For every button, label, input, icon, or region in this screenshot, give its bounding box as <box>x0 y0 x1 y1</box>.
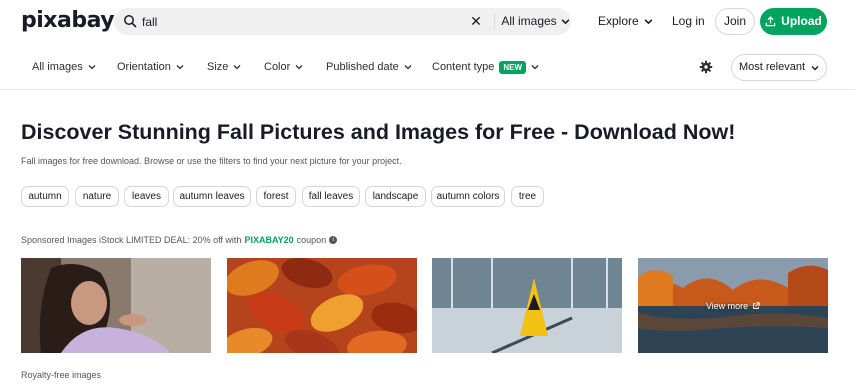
search-input[interactable] <box>142 11 442 32</box>
search-bar: ✕ All images <box>114 8 571 35</box>
view-more-overlay[interactable]: View more <box>638 258 828 353</box>
pixabay-logo[interactable]: pixabay <box>21 8 115 33</box>
tag-chip[interactable]: autumn <box>21 186 69 207</box>
filter-label: Color <box>264 61 291 73</box>
login-link[interactable]: Log in <box>672 8 705 35</box>
filter-label: All images <box>32 61 83 73</box>
tag-chip[interactable]: landscape <box>365 186 426 207</box>
chevron-down-icon <box>811 65 819 70</box>
chevron-down-icon <box>176 65 184 70</box>
filter-orientation[interactable]: Orientation <box>117 45 184 89</box>
chevron-down-icon <box>531 65 539 70</box>
chevron-down-icon <box>561 19 570 25</box>
join-button[interactable]: Join <box>715 8 755 35</box>
search-type-label: All images <box>501 14 557 28</box>
upload-icon <box>765 16 776 27</box>
chevron-down-icon <box>404 65 412 70</box>
filter-label: Size <box>207 61 229 73</box>
filter-label: Orientation <box>117 61 171 73</box>
top-header: pixabay ✕ All images Explore Log in Join… <box>0 0 855 44</box>
chevron-down-icon <box>295 65 303 70</box>
filter-label: Content type <box>432 61 495 73</box>
sponsored-text: Sponsored Images iStock LIMITED DEAL: 20… <box>21 235 242 245</box>
sponsored-notice: Sponsored Images iStock LIMITED DEAL: 20… <box>21 235 338 245</box>
sponsored-image-tile[interactable] <box>227 258 417 353</box>
new-badge: NEW <box>499 60 527 74</box>
explore-menu[interactable]: Explore <box>598 8 653 35</box>
tag-chip[interactable]: leaves <box>124 186 169 207</box>
filter-color[interactable]: Color <box>264 45 303 89</box>
filter-bar: All images Orientation Size Color Publis… <box>0 45 855 90</box>
sponsored-suffix: coupon <box>296 235 327 245</box>
search-icon <box>124 15 137 28</box>
page-title: Discover Stunning Fall Pictures and Imag… <box>21 120 736 144</box>
page-subtitle: Fall images for free download. Browse or… <box>21 156 402 166</box>
tag-chip[interactable]: autumn leaves <box>173 186 251 207</box>
clear-search-icon[interactable]: ✕ <box>466 11 486 31</box>
tag-chip[interactable]: forest <box>256 186 296 207</box>
view-more-label: View more <box>705 300 749 311</box>
sponsored-image-tile[interactable] <box>432 258 622 353</box>
filter-all-images[interactable]: All images <box>32 45 96 89</box>
filter-published-date[interactable]: Published date <box>326 45 412 89</box>
tag-chip[interactable]: fall leaves <box>302 186 360 207</box>
upload-label: Upload <box>781 14 822 28</box>
search-divider <box>494 13 495 30</box>
filter-content-type[interactable]: Content type NEW <box>432 45 539 89</box>
chevron-down-icon <box>233 65 241 70</box>
autumn-leaves-image <box>227 258 417 353</box>
filter-label: Published date <box>326 61 399 73</box>
filter-size[interactable]: Size <box>207 45 241 89</box>
coupon-code[interactable]: PIXABAY20 <box>244 235 293 245</box>
tag-chip[interactable]: autumn colors <box>431 186 505 207</box>
explore-label: Explore <box>598 14 639 28</box>
sort-dropdown[interactable]: Most relevant <box>731 54 827 81</box>
chevron-down-icon <box>88 65 96 70</box>
sponsored-image-tile[interactable] <box>21 258 211 353</box>
sponsored-image-tile[interactable]: View more <box>638 258 828 353</box>
external-link-icon <box>753 301 760 309</box>
tag-chip[interactable]: nature <box>75 186 119 207</box>
upload-button[interactable]: Upload <box>760 8 827 35</box>
info-icon[interactable]: i <box>329 236 338 244</box>
sort-label: Most relevant <box>738 61 806 73</box>
woman-portrait-image <box>21 258 211 353</box>
wet-floor-sign-image <box>432 258 622 353</box>
chevron-down-icon <box>644 19 653 25</box>
tag-chip[interactable]: tree <box>511 186 544 207</box>
gear-icon[interactable] <box>699 60 713 74</box>
search-type-dropdown[interactable]: All images <box>500 8 571 35</box>
royalty-free-heading: Royalty-free images <box>21 370 102 380</box>
